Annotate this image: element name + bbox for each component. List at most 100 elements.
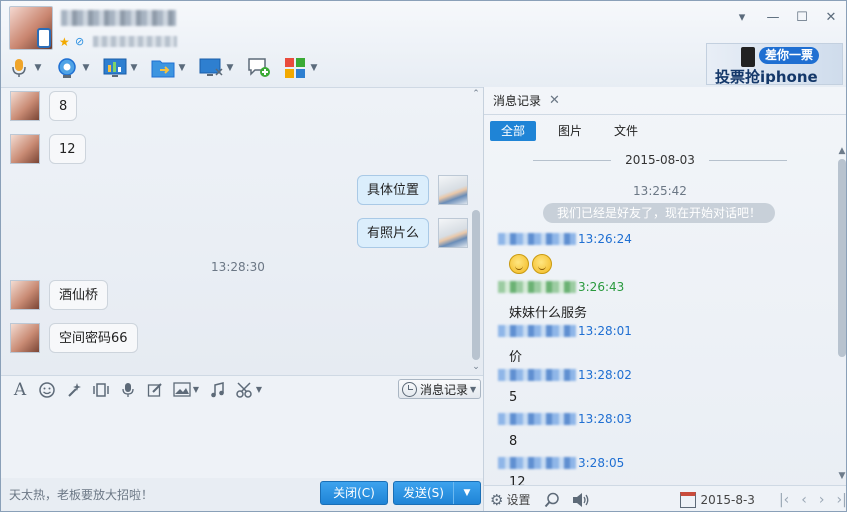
sender-name-blurred xyxy=(498,413,576,425)
first-page-icon[interactable]: |‹ xyxy=(779,492,789,508)
scroll-down-icon[interactable]: ▼ xyxy=(837,471,846,481)
video-call-button[interactable]: ▼ xyxy=(55,54,91,82)
settings-button[interactable]: ⚙ 设置 xyxy=(484,491,530,509)
contact-avatar-small[interactable] xyxy=(10,323,40,353)
scroll-up-icon[interactable]: ▲ xyxy=(837,146,846,156)
sender-name-blurred xyxy=(498,457,576,469)
music-icon[interactable] xyxy=(206,380,228,400)
received-message-bubble[interactable]: 酒仙桥 xyxy=(49,280,109,310)
filter-all[interactable]: 全部 xyxy=(490,121,537,141)
history-scrollbar[interactable]: ▲ ▼ xyxy=(837,143,846,483)
filter-images[interactable]: 图片 xyxy=(547,121,593,141)
smile-emoji-icon xyxy=(532,254,552,274)
chevron-down-icon[interactable]: ▼ xyxy=(256,385,262,394)
tab-label: 消息记录 xyxy=(493,94,542,108)
sender-name-blurred xyxy=(498,369,576,381)
close-window-button[interactable]: ✕ xyxy=(821,9,841,27)
scroll-down-icon[interactable]: ⌄ xyxy=(471,362,481,372)
maximize-button[interactable]: ☐ xyxy=(792,9,812,27)
contact-avatar-small[interactable] xyxy=(10,91,40,121)
chevron-down-icon[interactable]: ▼ xyxy=(454,482,480,504)
history-scrollbar-thumb[interactable] xyxy=(838,159,846,357)
menu-dropdown-button[interactable]: ▾ xyxy=(732,9,752,27)
promo-banner[interactable]: 差你一票 投票抢iphone xyxy=(706,43,843,85)
chevron-down-icon[interactable]: ▼ xyxy=(193,385,199,394)
received-message-bubble[interactable]: 空间密码66 xyxy=(49,323,138,353)
clock-icon xyxy=(402,381,417,397)
date-label: 2015-08-03 xyxy=(625,153,695,167)
voice-call-button[interactable]: ▼ xyxy=(7,54,43,82)
create-discussion-icon xyxy=(247,57,271,79)
system-message: 我们已经是好友了，现在开始对话吧！ xyxy=(543,203,775,223)
search-button[interactable] xyxy=(544,492,560,508)
my-avatar-small[interactable] xyxy=(438,218,469,248)
star-icon[interactable]: ★ xyxy=(59,35,70,49)
history-footer: ⚙ 设置 2015-8-3 |‹ ‹ › ›| xyxy=(484,485,846,511)
chat-scrollbar[interactable]: ⌃ ⌄ xyxy=(471,88,481,375)
contact-avatar-small[interactable] xyxy=(10,280,40,310)
date-picker-value: 2015-8-3 xyxy=(700,492,755,507)
last-page-icon[interactable]: ›| xyxy=(836,492,846,508)
message-row: 8 xyxy=(10,91,78,121)
message-history-label: 消息记录 xyxy=(420,382,469,397)
chevron-down-icon[interactable]: ▼ xyxy=(81,63,91,73)
history-message-text: 5 xyxy=(509,390,518,405)
shake-window-icon[interactable] xyxy=(90,380,112,400)
close-button[interactable]: 关闭(C) xyxy=(320,481,388,505)
sender-name-blurred xyxy=(498,325,576,337)
chevron-down-icon: ▼ xyxy=(470,384,477,394)
history-message-text: 8 xyxy=(509,434,518,449)
screen-share-button[interactable]: ▼ xyxy=(103,54,139,82)
image-icon[interactable]: ▼ xyxy=(171,380,201,400)
message-input[interactable] xyxy=(1,403,483,478)
message-row: 有照片么 xyxy=(357,218,469,248)
filter-files[interactable]: 文件 xyxy=(603,121,649,141)
call-toolbar: ▼ ▼ ▼ ▼ ▼ ▼ xyxy=(7,54,331,82)
my-avatar-small[interactable] xyxy=(438,175,469,205)
send-file-button[interactable]: ▼ xyxy=(151,54,187,82)
remote-desktop-icon xyxy=(199,57,223,79)
entry-time: 3:28:05 xyxy=(578,456,625,470)
chevron-down-icon[interactable]: ▼ xyxy=(33,63,43,73)
qzone-icon[interactable]: ⊘ xyxy=(75,35,84,48)
chevron-down-icon[interactable]: ▼ xyxy=(129,63,139,73)
create-discussion-button[interactable] xyxy=(247,54,271,82)
sent-message-bubble[interactable]: 有照片么 xyxy=(357,218,430,248)
emoji-icon[interactable] xyxy=(36,380,58,400)
divider xyxy=(484,114,846,115)
contact-avatar-small[interactable] xyxy=(10,134,40,164)
date-picker-button[interactable]: 2015-8-3 xyxy=(680,491,755,508)
message-history-button[interactable]: 消息记录 ▼ xyxy=(398,379,481,399)
scroll-up-icon[interactable]: ⌃ xyxy=(471,89,481,99)
screenshot-scissors-icon[interactable]: ▼ xyxy=(233,380,265,400)
close-icon[interactable]: ✕ xyxy=(549,93,560,108)
font-icon[interactable]: A xyxy=(9,380,31,400)
tab-message-history[interactable]: 消息记录 ✕ xyxy=(484,87,560,114)
calendar-icon xyxy=(680,491,697,508)
sent-message-bubble[interactable]: 具体位置 xyxy=(357,175,430,205)
promo-text: 投票抢iphone xyxy=(715,68,818,85)
received-message-bubble[interactable]: 12 xyxy=(49,134,86,164)
app-grid-icon xyxy=(283,57,307,79)
apps-button[interactable]: ▼ xyxy=(283,54,319,82)
next-page-icon[interactable]: › xyxy=(819,492,825,508)
chat-scrollbar-thumb[interactable] xyxy=(472,210,480,360)
minimize-button[interactable]: — xyxy=(763,9,783,27)
send-button[interactable]: 发送(S) ▼ xyxy=(393,481,481,505)
chevron-down-icon[interactable]: ▼ xyxy=(225,63,235,73)
chevron-down-icon[interactable]: ▼ xyxy=(309,63,319,73)
edit-icon[interactable] xyxy=(144,380,166,400)
voice-message-icon[interactable] xyxy=(117,380,139,400)
gear-icon: ⚙ xyxy=(490,490,504,509)
magic-wand-icon[interactable] xyxy=(63,380,85,400)
sender-name-blurred xyxy=(498,281,576,293)
send-button-label[interactable]: 发送(S) xyxy=(394,482,454,504)
chat-window: ★ ⊘ ▾ — ☐ ✕ ▼ ▼ ▼ ▼ ▼ ▼ 差你一票 投票抢iphone 8… xyxy=(0,0,847,512)
chevron-down-icon[interactable]: ▼ xyxy=(177,63,187,73)
sound-button[interactable] xyxy=(572,492,590,508)
remote-desktop-button[interactable]: ▼ xyxy=(199,54,235,82)
video-camera-icon xyxy=(55,57,79,79)
prev-page-icon[interactable]: ‹ xyxy=(801,492,807,508)
chat-message-area[interactable]: 8 12 具体位置 有照片么 13:28:30 酒仙桥 空间密码66 ⌃ ⌄ xyxy=(1,87,483,375)
received-message-bubble[interactable]: 8 xyxy=(49,91,78,121)
